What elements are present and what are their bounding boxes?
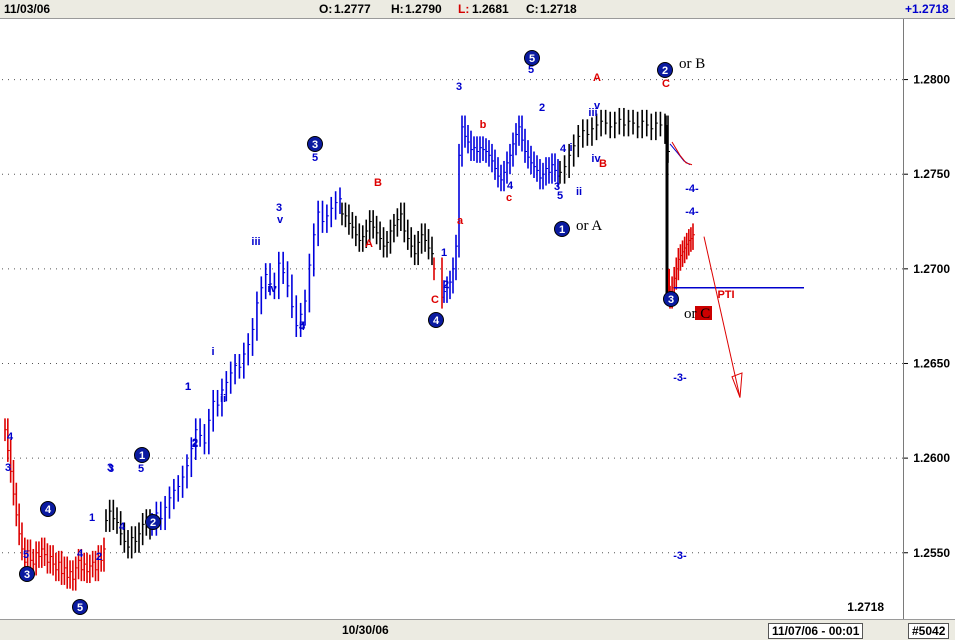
circled-wave-label: 1: [559, 224, 565, 236]
wave-label: or C: [684, 306, 710, 322]
y-tick-label: 1.2600: [913, 451, 950, 465]
wave-label: 3: [456, 81, 462, 93]
wave-label: 3: [5, 462, 11, 474]
price-chart[interactable]: 1.2800 1.2750 1.2700 1.2650 1.2600 1.2550 1.27…: [0, 19, 955, 619]
wave-label: 1: [441, 247, 447, 259]
y-tick-label: 1.2650: [913, 356, 950, 370]
cursor-time: 11/07/06 - 00:01: [768, 623, 864, 639]
time-axis-bar: 10/30/06 11/07/06 - 00:01 #5042: [0, 619, 955, 640]
change-value: +1.2718: [905, 2, 949, 16]
wave-label: 4: [119, 521, 126, 533]
wave-label: 3: [107, 462, 113, 474]
x-tick-date: 10/30/06: [342, 623, 389, 637]
y-tick-label: 1.2750: [913, 167, 950, 181]
circled-wave-label: 3: [24, 569, 30, 581]
wave-label: -4-: [685, 206, 699, 218]
wave-label: v: [594, 100, 601, 112]
y-tick-label: 1.2550: [913, 546, 950, 560]
wave-label: c: [506, 192, 512, 204]
wave-label: a: [457, 215, 464, 227]
wave-label: i: [211, 346, 214, 358]
grid: [2, 79, 903, 554]
chart-overlays: [669, 141, 804, 398]
wave-label: 84: [697, 289, 710, 301]
low-label: L:: [458, 2, 470, 16]
wave-label: C: [662, 78, 670, 90]
high-label: H:: [391, 2, 404, 16]
wave-label: PTI: [717, 289, 734, 301]
wave-label: 4: [77, 548, 84, 560]
wave-label: iii: [251, 236, 260, 248]
wave-label: 1: [89, 512, 95, 524]
wave-label: 1: [185, 381, 191, 393]
wave-label: ii: [576, 186, 582, 198]
wave-label: 2: [192, 438, 198, 450]
wave-labels: 435 4 213 52134512iiiiiiiv3v45ABC12a3bc425A…: [5, 50, 735, 615]
wave-label: ii: [220, 393, 226, 405]
circled-wave-label: 5: [77, 602, 83, 614]
wave-label: -3-: [673, 372, 687, 384]
circled-wave-label: 2: [150, 517, 156, 529]
wave-label: 4: [299, 321, 306, 333]
wave-label: B: [599, 158, 607, 170]
wave-label: 2: [443, 279, 449, 291]
circled-wave-label: 4: [45, 504, 52, 516]
price-bars: [4, 107, 695, 591]
y-tick-label: 1.2800: [913, 73, 950, 87]
header-date: 11/03/06: [4, 2, 51, 16]
quote-header: 11/03/06 O: 1.2777 H: 1.2790 L: 1.2681 C…: [0, 0, 955, 19]
wave-label: or A: [576, 218, 602, 234]
open-value: 1.2777: [334, 2, 371, 16]
circled-wave-label: 2: [662, 65, 668, 77]
close-value: 1.2718: [540, 2, 577, 16]
wave-label: -4-: [685, 183, 699, 195]
y-axis: 1.2800 1.2750 1.2700 1.2650 1.2600 1.2550 1.27…: [847, 73, 950, 614]
y-tick-label: 1.2700: [913, 262, 950, 276]
wave-label: 4: [507, 180, 514, 192]
wave-label: 5: [23, 549, 29, 561]
last-price-label: 1.2718: [847, 600, 884, 614]
wave-label: B: [374, 177, 382, 189]
axis-separator: [903, 19, 904, 619]
wave-label: 4: [560, 143, 567, 155]
wave-label: 3: [276, 202, 282, 214]
circled-wave-label: 3: [668, 294, 674, 306]
wave-label: 4: [7, 431, 14, 443]
wave-label: iv: [267, 283, 277, 295]
wave-label: A: [365, 238, 373, 250]
wave-label: or B: [679, 56, 705, 72]
circled-wave-label: 1: [139, 450, 145, 462]
wave-label: -3-: [673, 550, 687, 562]
wave-label: 5: [312, 152, 318, 164]
wave-label: 2: [96, 551, 102, 563]
circled-wave-label: 4: [433, 315, 440, 327]
wave-label: b: [480, 119, 487, 131]
close-label: C:: [526, 2, 539, 16]
open-label: O:: [319, 2, 333, 16]
wave-label: 2: [539, 102, 545, 114]
circled-wave-label: 5: [529, 53, 535, 65]
circled-wave-label: 3: [312, 139, 318, 151]
wave-label: A: [593, 72, 601, 84]
high-value: 1.2790: [405, 2, 442, 16]
wave-label: C: [431, 294, 439, 306]
chart-id: #5042: [908, 623, 950, 639]
wave-label: 5: [138, 463, 144, 475]
wave-label: i: [569, 142, 572, 154]
low-value: 1.2681: [472, 2, 509, 16]
minor-projection-2: [671, 141, 693, 166]
wave-label: v: [277, 214, 284, 226]
wave-label: 5: [557, 190, 563, 202]
